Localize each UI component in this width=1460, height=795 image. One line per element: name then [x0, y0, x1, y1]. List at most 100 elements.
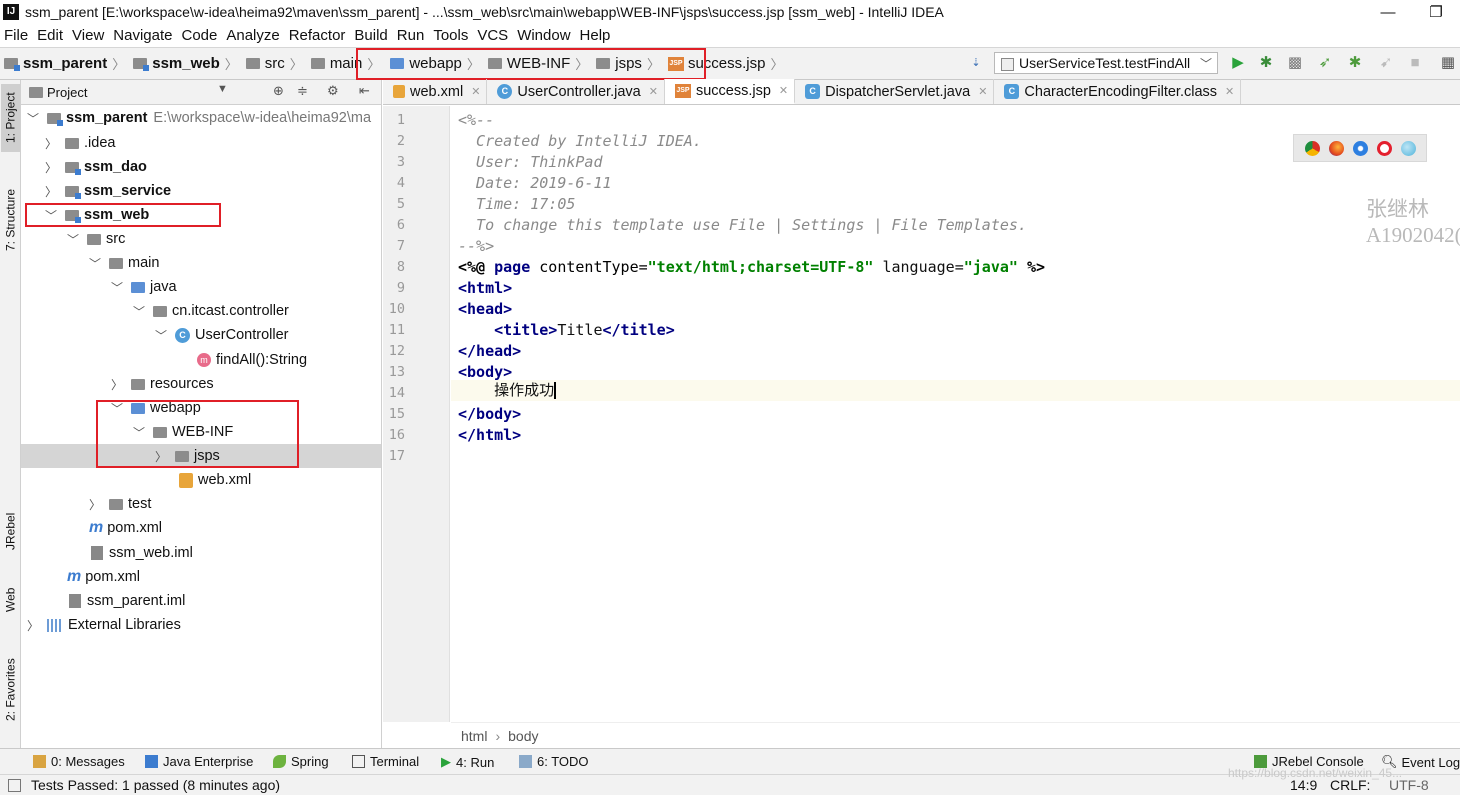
- crumb-success-jsp[interactable]: JSP success.jsp 〉: [664, 54, 788, 73]
- breadcrumb-html[interactable]: html: [461, 728, 487, 744]
- crumb-webapp[interactable]: webapp 〉: [384, 54, 484, 73]
- gear-icon[interactable]: ⚙: [327, 83, 339, 99]
- tree-item-ssm-dao[interactable]: 〉 ssm_dao: [21, 155, 381, 179]
- menu-vcs[interactable]: VCS: [473, 27, 513, 44]
- edge-icon[interactable]: [1400, 140, 1416, 156]
- tree-item-jsps[interactable]: 〉 jsps: [21, 444, 381, 468]
- chrome-icon[interactable]: [1304, 140, 1320, 156]
- tab-characterencodingfilter-class[interactable]: C CharacterEncodingFilter.class ✕: [994, 79, 1242, 104]
- crumb-ssm-web[interactable]: ssm_web 〉: [129, 54, 242, 73]
- code-line: </head>: [458, 342, 522, 360]
- crumb-src[interactable]: src 〉: [242, 54, 307, 73]
- tool-run[interactable]: ▶ 4: Run: [441, 754, 494, 770]
- tab-dispatcherservlet-java[interactable]: C DispatcherServlet.java ✕: [795, 79, 995, 104]
- close-icon[interactable]: ✕: [978, 85, 987, 98]
- sort-icon[interactable]: ⇣: [968, 55, 984, 71]
- tree-item-web-pom[interactable]: m pom.xml: [21, 516, 381, 540]
- tree-item-webapp[interactable]: ﹀ webapp: [21, 396, 381, 420]
- chevron-down-icon[interactable]: ▼: [217, 83, 228, 95]
- crumb-ssm-parent[interactable]: ssm_parent 〉: [0, 54, 129, 73]
- menu-run[interactable]: Run: [393, 27, 430, 44]
- window-title: ssm_parent [E:\workspace\w-idea\heima92\…: [25, 4, 944, 20]
- opera-icon[interactable]: [1376, 140, 1392, 156]
- safari-icon[interactable]: [1352, 140, 1368, 156]
- tool-todo[interactable]: 6: TODO: [519, 754, 589, 769]
- tree-item-parent-pom[interactable]: m pom.xml: [21, 565, 381, 589]
- tree-item-web-xml[interactable]: web.xml: [21, 468, 381, 492]
- run-icon[interactable]: ▶: [1230, 55, 1246, 71]
- menu-navigate[interactable]: Navigate: [109, 27, 177, 44]
- menu-edit[interactable]: Edit: [33, 27, 68, 44]
- crumb-main[interactable]: main 〉: [307, 54, 385, 73]
- maven-icon: m: [89, 519, 104, 536]
- tree-item-findall[interactable]: m findAll():String: [21, 348, 381, 372]
- tool-spring[interactable]: Spring: [273, 754, 329, 769]
- close-icon[interactable]: ✕: [1225, 85, 1234, 98]
- code-editor[interactable]: <%-- Created by IntelliJ IDEA. User: Thi…: [451, 106, 1460, 722]
- menu-build[interactable]: Build: [350, 27, 392, 44]
- tool-tab-project[interactable]: 1: Project: [1, 84, 20, 152]
- spring-icon: [273, 755, 286, 768]
- menu-help[interactable]: Help: [576, 27, 616, 44]
- tree-item-main[interactable]: ﹀ main: [21, 251, 381, 275]
- tool-tab-favorites[interactable]: 2: Favorites: [1, 650, 20, 730]
- tree-item-usercontroller[interactable]: ﹀ C UserController: [21, 323, 381, 347]
- close-icon[interactable]: ✕: [471, 85, 480, 98]
- tool-windows-toggle-icon[interactable]: [8, 779, 21, 792]
- crumb-web-inf[interactable]: WEB-INF 〉: [484, 54, 592, 73]
- tree-item-ssm-parent[interactable]: ﹀ ssm_parent E:\workspace\w-idea\heima92\m…: [21, 106, 381, 130]
- jrebel-debug-icon[interactable]: ✱: [1347, 55, 1363, 71]
- tab-web-xml[interactable]: web.xml ✕: [383, 79, 488, 104]
- debug-icon[interactable]: ✱: [1258, 55, 1274, 71]
- tool-terminal[interactable]: Terminal: [352, 754, 419, 769]
- stop-icon[interactable]: ■: [1407, 55, 1423, 71]
- tree-item-src[interactable]: ﹀ src: [21, 227, 381, 251]
- jsp-file-icon: JSP: [667, 56, 684, 71]
- menu-window[interactable]: Window: [513, 27, 575, 44]
- menu-file[interactable]: File: [0, 27, 33, 44]
- scroll-from-source-icon[interactable]: ⊕: [273, 83, 284, 99]
- menu-tools[interactable]: Tools: [429, 27, 473, 44]
- tool-tab-jrebel[interactable]: JRebel: [1, 506, 20, 556]
- close-icon[interactable]: ✕: [779, 84, 788, 97]
- tree-item-external-libraries[interactable]: 〉 External Libraries: [21, 613, 381, 637]
- coverage-icon[interactable]: ▩: [1287, 55, 1303, 71]
- line-number: 4: [396, 175, 405, 191]
- tree-item-web-iml[interactable]: ssm_web.iml: [21, 541, 381, 565]
- minimize-button[interactable]: —: [1364, 4, 1412, 21]
- tree-item-java[interactable]: ﹀ java: [21, 275, 381, 299]
- menu-analyze[interactable]: Analyze: [222, 27, 284, 44]
- tool-messages[interactable]: 0: Messages: [33, 754, 125, 769]
- jrebel-run-icon[interactable]: ➶: [1317, 55, 1333, 71]
- crumb-jsps[interactable]: jsps 〉: [592, 54, 664, 73]
- menu-refactor[interactable]: Refactor: [285, 27, 351, 44]
- project-structure-icon[interactable]: ▦: [1440, 55, 1456, 71]
- menu-code[interactable]: Code: [177, 27, 222, 44]
- tree-item-ssm-web[interactable]: ﹀ ssm_web: [21, 203, 381, 227]
- code-line-page-directive: <%@ page contentType="text/html;charset=…: [458, 258, 1046, 276]
- tree-item-web-inf[interactable]: ﹀ WEB-INF: [21, 420, 381, 444]
- menu-view[interactable]: View: [68, 27, 109, 44]
- tree-item-parent-iml[interactable]: ssm_parent.iml: [21, 589, 381, 613]
- project-view-select[interactable]: Project: [47, 85, 87, 100]
- build-icon[interactable]: ➹: [1378, 55, 1394, 71]
- tool-tab-web[interactable]: Web: [1, 580, 20, 620]
- tool-java-enterprise[interactable]: Java Enterprise: [145, 754, 253, 769]
- tree-item-resources[interactable]: 〉 resources: [21, 372, 381, 396]
- firefox-icon[interactable]: [1328, 140, 1344, 156]
- tab-usercontroller-java[interactable]: C UserController.java ✕: [487, 79, 665, 104]
- run-configuration-select[interactable]: UserServiceTest.testFindAll ﹀: [994, 52, 1218, 74]
- title-bar: IJ ssm_parent [E:\workspace\w-idea\heima…: [0, 0, 1460, 24]
- tree-item-test[interactable]: 〉 test: [21, 492, 381, 516]
- tab-success-jsp[interactable]: JSP success.jsp ✕: [664, 79, 796, 104]
- close-icon[interactable]: ✕: [649, 85, 658, 98]
- breadcrumb-body[interactable]: body: [508, 728, 538, 744]
- tree-item-package[interactable]: ﹀ cn.itcast.controller: [21, 299, 381, 323]
- tree-item-idea[interactable]: 〉 .idea: [21, 131, 381, 155]
- collapse-all-icon[interactable]: ≑: [297, 83, 308, 99]
- status-message[interactable]: Tests Passed: 1 passed (8 minutes ago): [31, 777, 280, 793]
- maximize-button[interactable]: ❐: [1412, 3, 1460, 21]
- hide-icon[interactable]: ⇤: [359, 83, 370, 99]
- tool-tab-structure[interactable]: 7: Structure: [1, 180, 20, 260]
- tree-item-ssm-service[interactable]: 〉 ssm_service: [21, 179, 381, 203]
